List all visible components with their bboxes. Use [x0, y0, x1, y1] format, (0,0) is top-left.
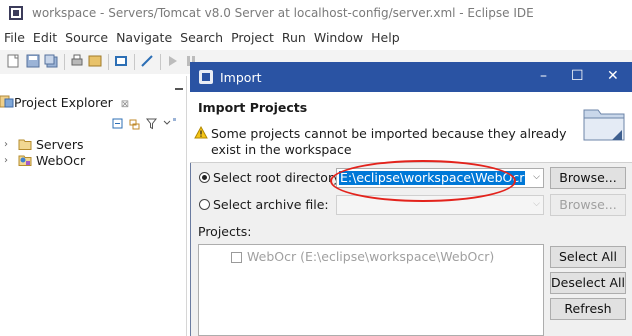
chevron-down-icon[interactable]: ⌵: [533, 172, 540, 182]
close-view-icon[interactable]: ⊠: [121, 99, 129, 110]
warning-message: Some projects cannot be imported because…: [211, 126, 567, 157]
toolbar-separator: [64, 54, 65, 70]
eclipse-title-bar: workspace - Servers/Tomcat v8.0 Server a…: [0, 0, 632, 26]
print-icon[interactable]: [70, 54, 84, 68]
menu-edit[interactable]: Edit: [33, 30, 62, 48]
eclipse-logo-icon: [9, 6, 23, 20]
eclipse-logo-icon: [199, 70, 213, 84]
browse-archive-button[interactable]: Browse...: [550, 194, 626, 216]
deselect-all-button[interactable]: Deselect All: [550, 272, 626, 294]
console-icon[interactable]: [114, 54, 128, 68]
project-explorer-label: Project Explorer: [14, 95, 113, 110]
window-title: workspace - Servers/Tomcat v8.0 Server a…: [32, 6, 534, 20]
dialog-title-bar: Import – ☐ ✕: [190, 62, 632, 92]
save-all-icon[interactable]: [44, 54, 58, 68]
tree-item-servers[interactable]: › Servers: [4, 136, 84, 152]
root-directory-label: Select root directory:: [213, 170, 344, 185]
dialog-header-title: Import Projects: [198, 100, 308, 115]
menu-run[interactable]: Run: [282, 30, 311, 48]
folder-icon: [18, 139, 32, 150]
minimize-icon[interactable]: –: [540, 69, 547, 83]
menu-window[interactable]: Window: [314, 30, 368, 48]
project-explorer-tab[interactable]: Project Explorer ⊠: [0, 90, 186, 114]
menu-file[interactable]: File: [4, 30, 30, 48]
import-folder-icon: [583, 109, 625, 141]
open-type-icon[interactable]: [88, 54, 102, 68]
menu-project[interactable]: Project: [231, 30, 279, 48]
minimize-view-icon[interactable]: [175, 88, 183, 90]
tree-item-webocr[interactable]: › WebOcr: [4, 152, 85, 168]
view-toolbar: [112, 118, 176, 130]
dialog-title: Import: [220, 70, 262, 85]
save-icon[interactable]: [26, 54, 40, 68]
menu-navigate[interactable]: Navigate: [116, 30, 177, 48]
project-item-label: WebOcr (E:\eclipse\workspace\WebOcr): [247, 249, 495, 264]
maximize-icon[interactable]: ☐: [571, 69, 584, 83]
projects-list[interactable]: WebOcr (E:\eclipse\workspace\WebOcr): [198, 244, 544, 336]
skip-breakpoints-icon[interactable]: [140, 54, 154, 68]
annotation-ellipse: [330, 160, 516, 202]
view-divider: [186, 76, 187, 336]
tree-item-label: Servers: [36, 136, 84, 152]
collapse-all-icon[interactable]: [112, 118, 123, 129]
toolbar-separator: [134, 54, 135, 70]
menu-help[interactable]: Help: [371, 30, 405, 48]
new-icon[interactable]: [6, 54, 20, 68]
project-checkbox[interactable]: [231, 252, 242, 263]
projects-label: Projects:: [198, 224, 252, 239]
browse-button[interactable]: Browse...: [550, 167, 626, 189]
toolbar-separator: [160, 54, 161, 70]
project-explorer-icon: [0, 95, 14, 108]
chevron-right-icon[interactable]: ›: [4, 139, 14, 150]
link-with-editor-icon[interactable]: [129, 119, 140, 130]
filter-icon[interactable]: [145, 118, 158, 130]
archive-file-radio[interactable]: [199, 199, 210, 210]
close-icon[interactable]: ✕: [607, 69, 619, 83]
archive-file-label: Select archive file:: [213, 197, 329, 212]
menu-search[interactable]: Search: [180, 30, 228, 48]
tree-item-label: WebOcr: [36, 152, 86, 168]
chevron-down-icon[interactable]: ⌵: [533, 199, 540, 209]
project-icon: [18, 155, 32, 166]
view-menu-icon[interactable]: [163, 118, 176, 125]
refresh-button[interactable]: Refresh: [550, 298, 626, 320]
menu-bar: File Edit Source Navigate Search Project…: [0, 30, 408, 48]
menu-source[interactable]: Source: [65, 30, 113, 48]
resume-icon[interactable]: [166, 54, 180, 68]
warning-icon: [194, 126, 208, 139]
toolbar-separator: [108, 54, 109, 70]
chevron-right-icon[interactable]: ›: [4, 155, 14, 166]
select-all-button[interactable]: Select All: [550, 246, 626, 268]
root-directory-radio[interactable]: [199, 172, 210, 183]
dialog-header: Import Projects Some projects cannot be …: [190, 92, 632, 163]
